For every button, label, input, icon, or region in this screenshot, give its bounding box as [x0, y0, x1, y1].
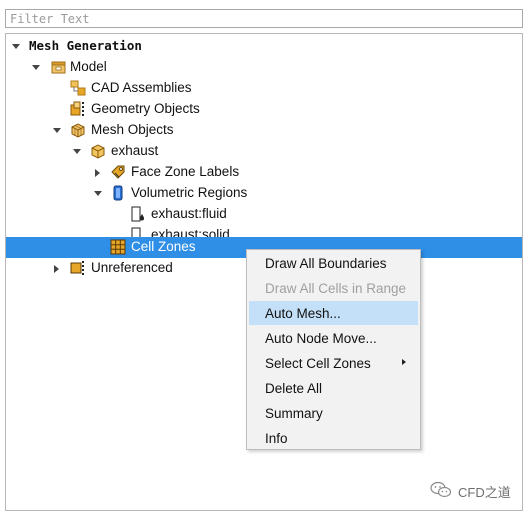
collapse-arrow-icon[interactable]: [51, 125, 62, 136]
menu-item-info[interactable]: Info: [249, 426, 418, 450]
menu-item-label: Select Cell Zones: [265, 355, 371, 371]
menu-item-auto-node-move[interactable]: Auto Node Move...: [249, 326, 418, 350]
geometry-objects-icon: [70, 101, 86, 117]
fluid-region-icon: [130, 206, 146, 222]
collapse-arrow-icon[interactable]: [30, 62, 41, 73]
menu-item-label: Delete All: [265, 380, 323, 396]
tree-item-label: Model: [70, 59, 107, 74]
expand-arrow-icon[interactable]: [51, 263, 62, 274]
tree-item-model[interactable]: Model: [6, 57, 522, 78]
model-icon: [50, 59, 66, 75]
tree-item-label: Volumetric Regions: [131, 185, 248, 200]
tree-item-label: Mesh Objects: [91, 122, 174, 137]
tree-item-label: Cell Zones: [131, 239, 196, 254]
mesh-objects-icon: [70, 122, 86, 138]
tree-item-label: Unreferenced: [91, 260, 173, 275]
tree-item-exhaust[interactable]: exhaust: [6, 141, 522, 162]
menu-item-draw-all-cells-in-range[interactable]: Draw All Cells in Range: [249, 276, 418, 300]
tree-item-cad-assemblies[interactable]: CAD Assemblies: [6, 78, 522, 99]
tree-item-label: Geometry Objects: [91, 101, 200, 116]
tree-item-face-zone-labels[interactable]: Face Zone Labels: [6, 162, 522, 183]
cell-zones-icon: [110, 239, 126, 255]
face-zone-labels-icon: [110, 164, 126, 180]
menu-item-label: Info: [265, 430, 288, 446]
tree-item-geometry-objects[interactable]: Geometry Objects: [6, 99, 522, 120]
menu-item-label: Summary: [265, 405, 323, 421]
tree-item-mesh-objects[interactable]: Mesh Objects: [6, 120, 522, 141]
tree-item-label: exhaust:fluid: [151, 206, 227, 221]
tree-item-label: exhaust: [111, 143, 159, 158]
context-menu: Draw All Boundaries Draw All Cells in Ra…: [246, 249, 421, 450]
filter-text-input[interactable]: [5, 9, 523, 28]
unreferenced-icon: [70, 260, 86, 276]
menu-item-label: Auto Mesh...: [265, 305, 341, 321]
mesh-object-icon: [90, 143, 106, 159]
expand-arrow-icon[interactable]: [92, 167, 103, 178]
tree-item-volumetric-regions[interactable]: Volumetric Regions: [6, 183, 522, 204]
tree-item-mesh-generation[interactable]: Mesh Generation: [6, 36, 522, 57]
watermark-text: CFD之道: [458, 484, 511, 500]
menu-item-auto-mesh[interactable]: Auto Mesh...: [249, 301, 418, 325]
collapse-arrow-icon[interactable]: [71, 146, 82, 157]
menu-item-label: Draw All Cells in Range: [265, 280, 407, 296]
submenu-arrow-icon: [402, 359, 406, 365]
volumetric-regions-icon: [110, 185, 126, 201]
tree-item-label: Face Zone Labels: [131, 164, 240, 179]
menu-item-summary[interactable]: Summary: [249, 401, 418, 425]
tree-item-exhaust-fluid[interactable]: exhaust:fluid: [6, 204, 522, 225]
tree-item-label: Mesh Generation: [29, 38, 142, 53]
menu-item-delete-all[interactable]: Delete All: [249, 376, 418, 400]
menu-item-label: Draw All Boundaries: [265, 255, 387, 271]
collapse-arrow-icon[interactable]: [92, 188, 103, 199]
menu-item-label: Auto Node Move...: [265, 330, 377, 346]
menu-item-draw-all-boundaries[interactable]: Draw All Boundaries: [249, 251, 418, 275]
tree-item-label: CAD Assemblies: [91, 80, 192, 95]
watermark: CFD之道: [430, 481, 511, 501]
menu-item-select-cell-zones[interactable]: Select Cell Zones: [249, 351, 418, 375]
wechat-logo-icon: [430, 481, 452, 502]
cad-assemblies-icon: [70, 80, 86, 96]
collapse-arrow-icon[interactable]: [10, 41, 21, 52]
